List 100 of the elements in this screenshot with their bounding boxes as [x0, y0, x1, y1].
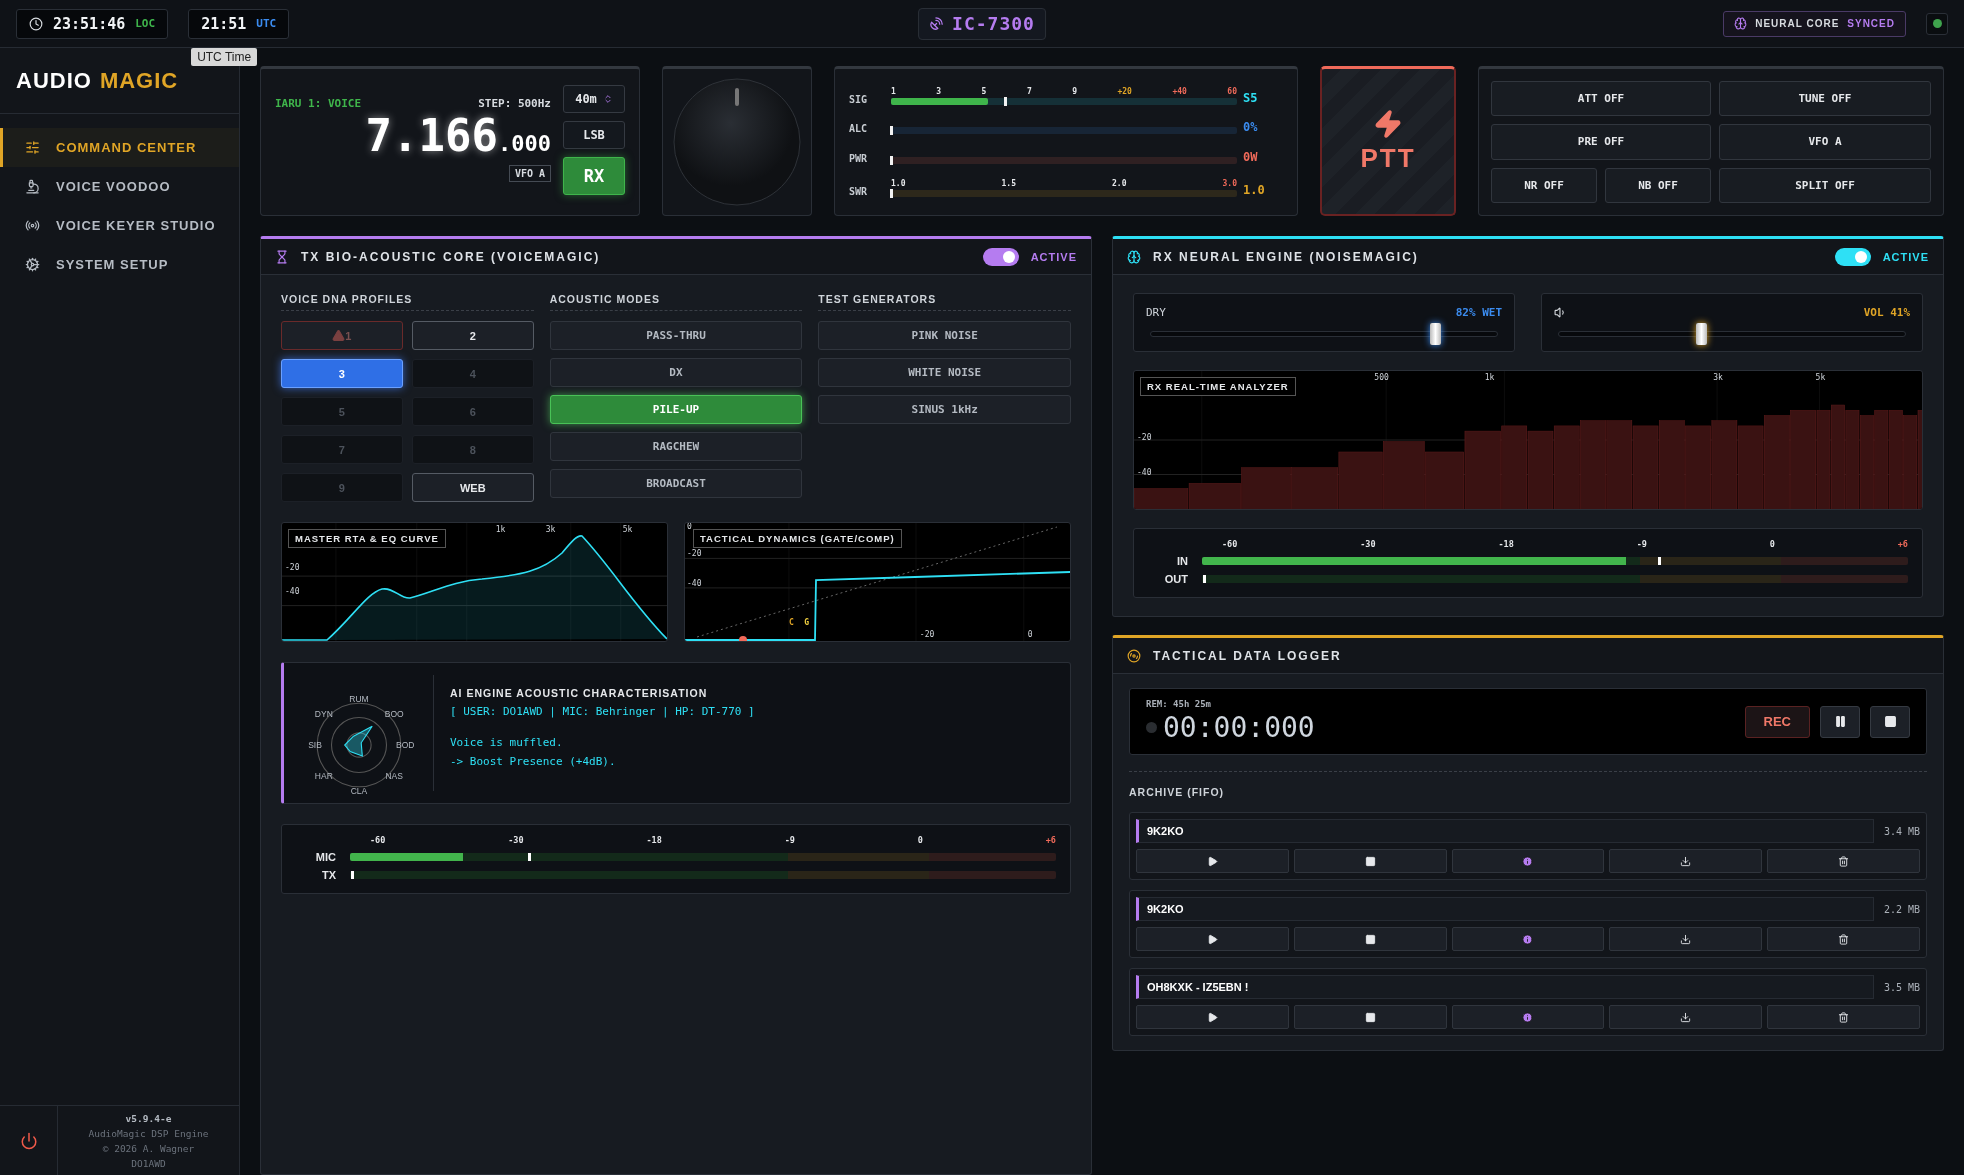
axis-tick: 5k: [1815, 373, 1826, 382]
stop-button[interactable]: [1870, 705, 1910, 738]
generator-button[interactable]: SINUS 1kHz: [818, 395, 1071, 424]
meter-label: OUT: [1163, 573, 1188, 585]
generator-button[interactable]: WHITE NOISE: [818, 358, 1071, 387]
chart-title: MASTER RTA & EQ CURVE: [288, 529, 446, 548]
mode-button[interactable]: DX: [549, 358, 803, 387]
profile-button[interactable]: WEB: [411, 473, 534, 502]
download-button[interactable]: [1609, 1005, 1763, 1029]
scale-tick: 3.0: [1222, 179, 1237, 189]
power-icon[interactable]: [19, 1131, 38, 1150]
nav-item[interactable]: SYSTEM SETUP: [0, 245, 239, 284]
mode-button[interactable]: RAGCHEW: [549, 432, 803, 461]
info-icon: [1522, 933, 1534, 945]
profile-info: [ USER: DO1AWD | MIC: Behringer | HP: DT-770 ]: [450, 705, 755, 718]
control-button[interactable]: SPLIT OFF: [1719, 167, 1931, 203]
control-button[interactable]: ATT OFF: [1491, 81, 1711, 117]
meter-reading: 1.0: [1243, 183, 1266, 198]
stop-button[interactable]: [1293, 927, 1447, 951]
toggle-switch[interactable]: [1834, 247, 1871, 266]
play-icon: [1206, 1011, 1218, 1023]
trash-button[interactable]: [1767, 849, 1920, 873]
nav-item[interactable]: COMMAND CENTER: [0, 128, 239, 167]
recording-name: 9K2KO: [1136, 897, 1874, 921]
meter-label: PWR: [849, 152, 869, 164]
brain-icon: [1734, 17, 1748, 30]
stop-button[interactable]: [1293, 1005, 1447, 1029]
mode-button[interactable]: LSB: [563, 121, 625, 149]
scale-tick: 1.5: [1001, 179, 1016, 189]
disc-icon: [1127, 648, 1141, 663]
scale-tick: 0: [917, 835, 923, 845]
tuning-knob[interactable]: [673, 78, 801, 206]
control-button[interactable]: NR OFF: [1491, 167, 1597, 203]
control-button[interactable]: PRE OFF: [1491, 124, 1711, 160]
download-button[interactable]: [1609, 927, 1763, 951]
radar-label: SIB: [308, 740, 322, 750]
status-label: NEURAL CORE: [1755, 18, 1840, 29]
control-button[interactable]: NB OFF: [1605, 167, 1711, 203]
download-icon: [1680, 933, 1692, 945]
clock-icon: [29, 16, 43, 31]
radar-label: DYN: [314, 709, 333, 720]
trash-button[interactable]: [1767, 927, 1920, 951]
slider-label: DRY: [1146, 306, 1166, 319]
nav-item[interactable]: VOICE KEYER STUDIO: [0, 206, 239, 245]
record-button[interactable]: REC: [1744, 705, 1810, 738]
warning-icon: [332, 329, 346, 342]
footer-text: DO1AWD: [131, 1157, 166, 1171]
trash-button[interactable]: [1767, 1005, 1920, 1029]
mode-button[interactable]: BROADCAST: [549, 469, 803, 498]
file-size: 2.2 MB: [1883, 903, 1920, 915]
time-zone: UTC: [256, 17, 277, 30]
panel-title: TACTICAL DATA LOGGER: [1153, 648, 1342, 663]
gears-icon: [25, 257, 40, 272]
toggle-label: ACTIVE: [1030, 250, 1077, 263]
mode-button[interactable]: PASS-THRU: [549, 321, 803, 350]
scale-tick: 60: [1227, 86, 1237, 96]
info-icon: [1522, 855, 1534, 867]
stop-button[interactable]: [1293, 849, 1447, 873]
chevron-icon: [602, 94, 613, 104]
radar-label: BOD: [396, 740, 415, 750]
scale-tick: -30: [508, 835, 524, 845]
scale-tick: 2.0: [1112, 179, 1127, 189]
meter-label: MIC: [314, 851, 336, 863]
slider-thumb[interactable]: [1695, 323, 1707, 345]
meter-reading: 0W: [1243, 149, 1259, 164]
radar-label: NAS: [385, 770, 403, 781]
profile-button[interactable]: 2: [411, 321, 534, 350]
step-label: STEP: 500Hz: [478, 97, 551, 110]
nav-item[interactable]: VOICE VOODOO: [0, 167, 239, 206]
pause-button[interactable]: [1820, 705, 1860, 738]
dish-icon: [929, 16, 945, 31]
band-plan-label: IARU 1: VOICE: [275, 97, 362, 110]
panel-title: TX BIO-ACOUSTIC CORE (VOICEMAGIC): [301, 249, 601, 264]
section-title: ACOUSTIC MODES: [549, 293, 803, 311]
control-button[interactable]: VFO A: [1719, 124, 1931, 160]
toggle-switch[interactable]: [982, 247, 1019, 266]
scale-tick: -9: [784, 835, 795, 845]
axis-tick: 0: [687, 523, 692, 531]
lightning-icon: [1373, 109, 1403, 139]
radar-label: BOO: [384, 709, 404, 720]
rx-button[interactable]: RX: [563, 157, 625, 195]
clock-time: 21:51: [201, 14, 247, 33]
profile-button[interactable]: 3: [281, 359, 403, 388]
download-button[interactable]: [1609, 849, 1763, 873]
meter-reading: S5: [1243, 90, 1259, 105]
trash-icon: [1838, 855, 1850, 867]
control-button[interactable]: TUNE OFF: [1719, 81, 1931, 117]
stop-icon: [1883, 715, 1897, 728]
slider-thumb[interactable]: [1429, 323, 1441, 345]
gate-handle[interactable]: [739, 636, 747, 641]
mode-button[interactable]: PILE-UP: [549, 395, 803, 424]
band-select[interactable]: 40m: [563, 85, 625, 113]
scale-tick: -60: [1222, 539, 1238, 549]
hourglass-icon: [275, 249, 289, 264]
meter-label: SIG: [849, 93, 869, 105]
brand-name: MAGIC: [99, 67, 179, 94]
vfo-label: VFO A: [508, 165, 551, 182]
ptt-button[interactable]: PTT: [1320, 66, 1456, 216]
generator-button[interactable]: PINK NOISE: [818, 321, 1071, 350]
trash-icon: [1838, 933, 1850, 945]
